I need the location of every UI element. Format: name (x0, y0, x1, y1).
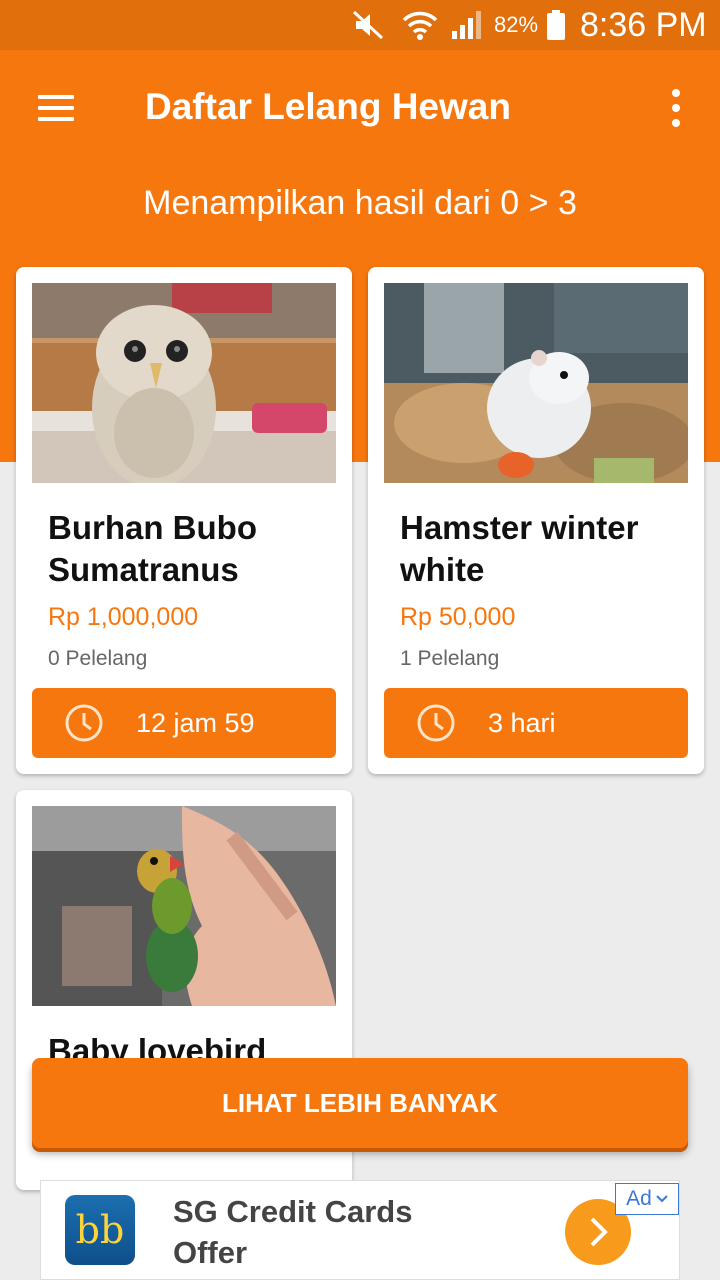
results-summary: Menampilkan hasil dari 0 > 3 (143, 184, 577, 222)
ad-banner[interactable]: bb SG Credit Cards Offer Ad (40, 1180, 680, 1280)
listing-card[interactable]: Burhan Bubo Sumatranus Rp 1,000,000 0 Pe… (16, 267, 352, 774)
status-bar: 82% 8:36 PM (0, 0, 720, 50)
listing-bidders: 1 Pelelang (400, 647, 500, 670)
listing-price: Rp 50,000 (400, 603, 516, 631)
ad-badge-label: Ad (626, 1187, 652, 1210)
clock-time: 8:36 PM (580, 5, 707, 44)
listing-title: Hamster winter white (400, 509, 639, 588)
lovebird-photo (32, 806, 336, 1006)
battery-icon (546, 0, 566, 50)
clock-icon (417, 704, 455, 742)
load-more-button[interactable]: LIHAT LEBIH BANYAK (32, 1058, 688, 1148)
time-left-text: 3 hari (488, 708, 556, 738)
chevron-down-icon (656, 1195, 668, 1203)
hamburger-menu-icon[interactable] (28, 88, 84, 128)
clock-icon (65, 704, 103, 742)
listing-card[interactable]: Hamster winter white Rp 50,000 1 Pelelan… (368, 267, 704, 774)
wifi-icon (402, 0, 438, 50)
time-left-text: 12 jam 59 (136, 708, 255, 738)
listing-price: Rp 1,000,000 (48, 603, 199, 631)
listing-title: Burhan Bubo Sumatranus (48, 509, 257, 588)
battery-percent: 82% (494, 12, 539, 37)
signal-icon (450, 0, 484, 50)
mute-icon (352, 0, 386, 50)
owl-photo (32, 283, 336, 483)
time-left-button[interactable]: 3 hari (384, 688, 688, 758)
overflow-menu-icon[interactable] (660, 86, 692, 130)
page-title: Daftar Lelang Hewan (145, 86, 511, 127)
ad-choices-badge[interactable]: Ad (615, 1183, 679, 1215)
ad-text: SG Credit Cards Offer (173, 1194, 413, 1270)
listing-bidders: 0 Pelelang (48, 647, 148, 670)
hamster-photo (384, 283, 688, 483)
time-left-button[interactable]: 12 jam 59 (32, 688, 336, 758)
ad-logo: bb (65, 1195, 135, 1265)
